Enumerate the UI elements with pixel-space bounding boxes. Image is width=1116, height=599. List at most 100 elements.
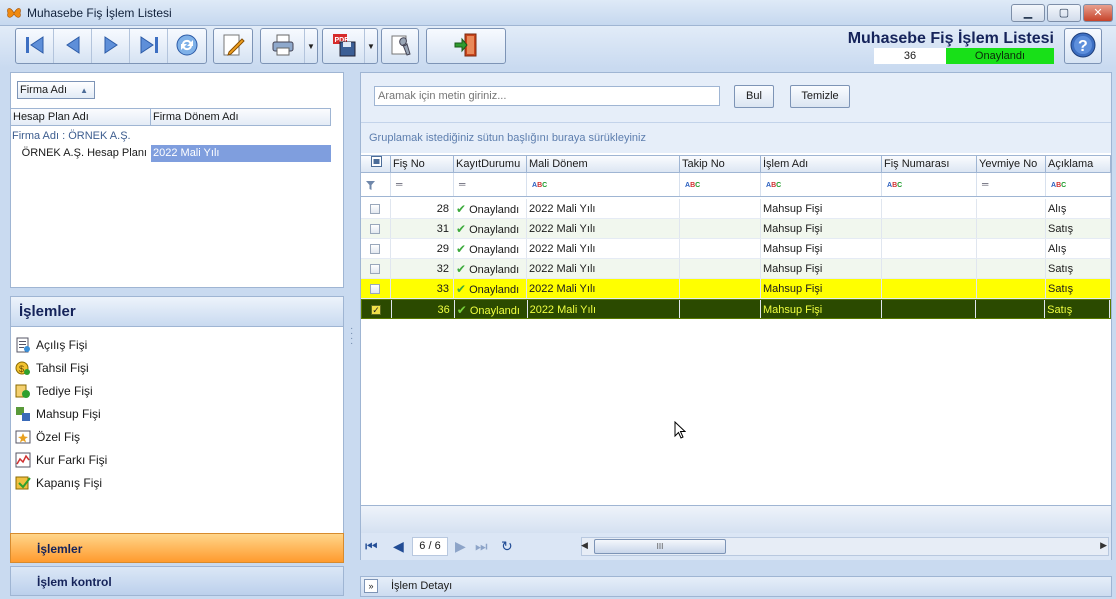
printer-icon: [270, 32, 296, 61]
group-panel-hint[interactable]: Gruplamak istediğiniz sütun başlığını bu…: [361, 123, 1111, 153]
export-dropdown-icon[interactable]: ▼: [365, 29, 377, 63]
column-fis-numarasi[interactable]: Fiş Numarası: [882, 156, 977, 172]
table-row[interactable]: 31 ✔ Onaylandı 2022 Mali Yılı Mahsup Fişi Sat…: [361, 219, 1111, 239]
menu-item-mahsup[interactable]: Mahsup Fişi: [15, 404, 101, 424]
table-row[interactable]: ✓ 36 ✔ Onaylandı 2022 Mali Yılı Mahsup Fişi Sa…: [361, 299, 1111, 319]
next-record-button[interactable]: [92, 29, 130, 63]
checkmark-icon: ✔: [456, 282, 467, 296]
nav-last-icon[interactable]: ⏭: [475, 538, 488, 555]
column-firma-donem[interactable]: Firma Dönem Adı: [151, 109, 331, 125]
group-by-chip[interactable]: Firma Adı ▲: [17, 81, 95, 99]
row-checkbox[interactable]: [361, 239, 391, 258]
filter-fis-numarasi[interactable]: ABC: [882, 173, 977, 196]
column-mali-donem[interactable]: Mali Dönem: [527, 156, 680, 172]
filter-fis-no[interactable]: ═: [391, 173, 454, 196]
checkbox-icon[interactable]: [370, 224, 380, 234]
tab-islemler[interactable]: İşlemler: [10, 533, 344, 563]
close-button[interactable]: ✕: [1083, 4, 1113, 22]
menu-item-tahsil[interactable]: $ Tahsil Fişi: [15, 358, 89, 378]
nav-prev-icon[interactable]: ◀: [393, 538, 404, 555]
cell-takip-no: [680, 279, 761, 298]
column-takip-no[interactable]: Takip No: [680, 156, 761, 172]
firm-period-row[interactable]: ÖRNEK A.Ş. Hesap Planı 2022 Mali Yılı: [11, 145, 331, 162]
cell-mali-donem: 2022 Mali Yılı: [527, 279, 680, 298]
cell-aciklama: Satış: [1046, 219, 1111, 238]
exit-group: [426, 28, 506, 64]
refresh-button[interactable]: [168, 29, 206, 63]
cell-mali-donem: 2022 Mali Yılı: [528, 300, 681, 318]
row-checkbox[interactable]: [361, 199, 391, 218]
nav-next-icon[interactable]: ▶: [455, 538, 466, 555]
filter-islem-adi[interactable]: ABC: [761, 173, 882, 196]
filter-yevmiye-no[interactable]: ═: [977, 173, 1046, 196]
menu-item-kapanis[interactable]: Kapanış Fişi: [15, 473, 102, 493]
clear-button[interactable]: Temizle: [790, 85, 850, 108]
column-yevmiye-no[interactable]: Yevmiye No: [977, 156, 1046, 172]
export-pdf-button[interactable]: PDF: [323, 29, 365, 63]
row-checkbox[interactable]: ✓: [362, 300, 392, 318]
settings-group: [381, 28, 419, 64]
row-checkbox[interactable]: [361, 219, 391, 238]
minimize-button[interactable]: ▁: [1011, 4, 1045, 22]
last-record-button[interactable]: [130, 29, 168, 63]
filter-kayit-durumu[interactable]: ═: [454, 173, 527, 196]
filter-mali-donem[interactable]: ABC: [527, 173, 680, 196]
menu-item-kur-farki[interactable]: Kur Farkı Fişi: [15, 450, 107, 470]
help-button[interactable]: ?: [1064, 28, 1102, 64]
table-row[interactable]: 32 ✔ Onaylandı 2022 Mali Yılı Mahsup Fişi Sat…: [361, 259, 1111, 279]
nav-refresh-icon[interactable]: ↻: [501, 538, 513, 555]
group-row[interactable]: Firma Adı : ÖRNEK A.Ş.: [11, 128, 331, 144]
text-filter-icon: ABC: [1051, 182, 1067, 189]
scroll-left-icon[interactable]: ◀: [581, 540, 588, 551]
cell-fis-no: 31: [391, 219, 454, 238]
select-all-column[interactable]: [361, 156, 391, 172]
row-checkbox[interactable]: [361, 259, 391, 278]
first-record-button[interactable]: [16, 29, 54, 63]
search-input[interactable]: [374, 86, 720, 106]
maximize-button[interactable]: ▢: [1047, 4, 1081, 22]
text-filter-icon: ABC: [685, 182, 701, 189]
checkbox-icon[interactable]: [370, 284, 380, 294]
panel-splitter[interactable]: · · · ·: [350, 324, 354, 349]
column-islem-adi[interactable]: İşlem Adı: [761, 156, 882, 172]
row-checkbox[interactable]: [361, 279, 391, 298]
table-row[interactable]: 33 ✔ Onaylandı 2022 Mali Yılı Mahsup Fişi Sat…: [361, 279, 1111, 299]
checkbox-icon[interactable]: [370, 244, 380, 254]
print-dropdown-icon[interactable]: ▼: [305, 29, 317, 63]
horizontal-scrollbar[interactable]: ◀ III ▶: [581, 537, 1109, 556]
filter-takip-no[interactable]: ABC: [680, 173, 761, 196]
edit-button[interactable]: [214, 29, 252, 63]
column-aciklama[interactable]: Açıklama: [1046, 156, 1111, 172]
checkbox-icon[interactable]: ✓: [371, 305, 381, 315]
table-row[interactable]: 28 ✔ Onaylandı 2022 Mali Yılı Mahsup Fişi Alı…: [361, 199, 1111, 219]
previous-record-button[interactable]: [54, 29, 92, 63]
menu-item-ozel[interactable]: Özel Fiş: [15, 427, 80, 447]
cell-fis-no-text: 36: [437, 304, 450, 316]
cell-kayit-durumu-text: Onaylandı: [469, 244, 520, 256]
cell-islem-adi-text: Mahsup Fişi: [762, 304, 823, 316]
expand-icon[interactable]: »: [364, 579, 378, 593]
settings-button[interactable]: [382, 29, 418, 63]
scroll-thumb[interactable]: III: [594, 539, 726, 554]
detail-panel-bar[interactable]: » İşlem Detayı: [360, 576, 1112, 597]
cell-mali-donem-text: 2022 Mali Yılı: [529, 223, 596, 235]
filter-funnel-icon[interactable]: [361, 173, 391, 196]
nav-first-icon[interactable]: ⏮: [365, 538, 378, 555]
menu-item-tediye[interactable]: Tediye Fişi: [15, 381, 93, 401]
opening-voucher-icon: [15, 337, 31, 353]
column-hesap-plan[interactable]: Hesap Plan Adı: [11, 109, 151, 125]
column-fis-no[interactable]: Fiş No: [391, 156, 454, 172]
cell-kayit-durumu: ✔ Onaylandı: [454, 279, 527, 298]
tab-islem-kontrol[interactable]: İşlem kontrol: [10, 566, 344, 596]
checkbox-icon[interactable]: [370, 264, 380, 274]
find-button[interactable]: Bul: [734, 85, 774, 108]
print-button[interactable]: [261, 29, 305, 63]
scroll-right-icon[interactable]: ▶: [1100, 540, 1107, 551]
checkmark-icon: ✔: [456, 303, 467, 317]
filter-aciklama[interactable]: ABC: [1046, 173, 1111, 196]
column-kayit-durumu[interactable]: KayıtDurumu: [454, 156, 527, 172]
table-row[interactable]: 29 ✔ Onaylandı 2022 Mali Yılı Mahsup Fişi Alı…: [361, 239, 1111, 259]
menu-item-acilis[interactable]: Açılış Fişi: [15, 335, 87, 355]
exit-button[interactable]: [427, 29, 505, 63]
checkbox-icon[interactable]: [370, 204, 380, 214]
